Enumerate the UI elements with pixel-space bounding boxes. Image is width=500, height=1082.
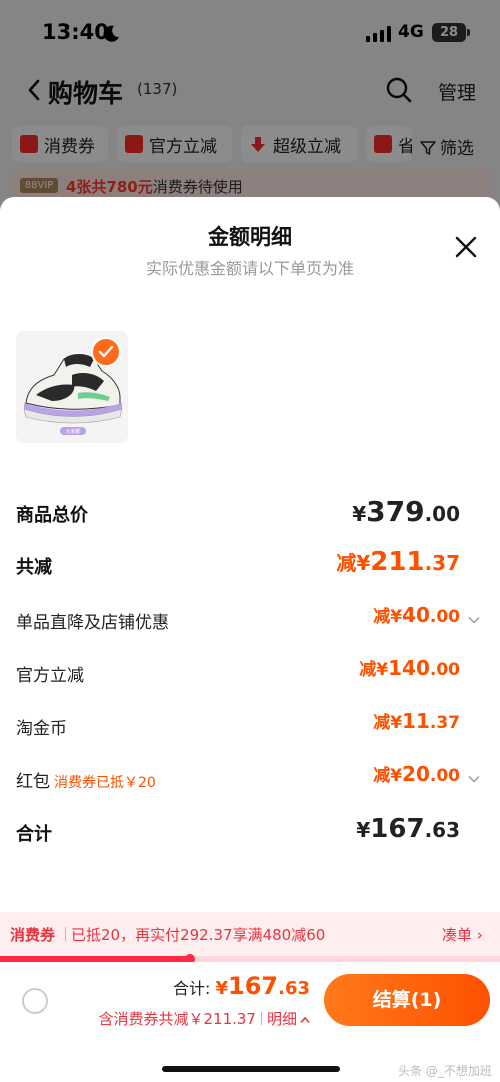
vip-text: 4张共780元消费券待使用 (66, 176, 243, 197)
total-label: 合计 (16, 824, 52, 845)
subtotal-value: ¥379.00 (352, 495, 460, 528)
chevron-down-icon (468, 776, 480, 783)
sheet-subtitle: 实际优惠金额请以下单页为准 (145, 259, 354, 278)
detail-toggle-label: 明细 (266, 1010, 297, 1028)
coupon-icon (374, 135, 392, 153)
filter-chip-label: 省 (398, 136, 412, 157)
store-discount-label: 单品直降及店铺优惠 (16, 613, 169, 633)
coupon-message: 已抵20，再实付292.37享满480减60 (71, 926, 326, 944)
total-discount-row: 共减 减¥211.37 (16, 547, 484, 587)
gold-coin-row: 淘金币 减¥11.37 (16, 708, 484, 748)
gold-coin-label: 淘金币 (16, 719, 67, 739)
vip-message: 消费券待使用 (152, 178, 243, 196)
vip-badge: 88VIP (20, 178, 58, 193)
watermark: 头条 @_不想加班 (398, 1064, 492, 1078)
checkmark-icon[interactable] (91, 337, 121, 367)
coupon-tag: 消费券 (10, 926, 56, 944)
filter-chip-official-discount[interactable]: 官方立减 (117, 126, 232, 162)
battery-level: 28 (439, 25, 459, 40)
coupon-progress-bar[interactable]: 消费券 已抵20，再实付292.37享满480减60 凑单 › (0, 912, 500, 956)
nav-bar: 购物车 (137) 管理 (0, 64, 500, 116)
status-bar: 13:40 4G 28 (0, 0, 500, 64)
filter-button[interactable]: 筛选 (420, 134, 474, 159)
vip-highlight: 4张共780元 (66, 178, 153, 196)
down-arrow-icon (251, 137, 265, 152)
add-items-link[interactable]: 凑单 › (442, 924, 483, 945)
subtotal-label: 商品总价 (16, 505, 88, 526)
battery-icon: 28 (432, 23, 466, 42)
checkout-total: 合计: ¥167.63 (172, 972, 310, 1000)
filter-label: 筛选 (440, 139, 474, 159)
total-value: ¥167.63 (356, 814, 460, 844)
coupon-icon (20, 135, 38, 153)
checkout-button[interactable]: 结算(1) (324, 974, 490, 1026)
divider (65, 927, 66, 941)
filter-chip-coupon[interactable]: 消费券 (12, 126, 108, 162)
cart-count: (137) (137, 80, 178, 98)
status-time: 13:40 (42, 20, 109, 44)
filter-chip-label: 官方立减 (149, 136, 217, 157)
gold-coin-value: 减¥11.37 (373, 709, 460, 733)
product-tag: 大家都 (65, 428, 80, 435)
total-discount-label: 共减 (16, 557, 52, 578)
filter-chip-label: 消费券 (44, 136, 95, 157)
filter-chip-label: 超级立减 (273, 136, 341, 157)
red-packet-value: 减¥20.00 (373, 762, 460, 786)
filter-chip-super-discount[interactable]: 超级立减 (241, 126, 357, 162)
checkout-discount[interactable]: 含消费券共减￥211.37 明细 (98, 1008, 310, 1029)
search-icon[interactable] (385, 76, 413, 104)
red-packet-label: 红包 消费券已抵￥20 (16, 772, 156, 792)
close-icon[interactable] (454, 235, 478, 259)
manage-button[interactable]: 管理 (438, 78, 476, 105)
official-discount-label: 官方立减 (16, 666, 84, 686)
lightning-icon (125, 135, 143, 153)
filter-chip-more[interactable]: 省 (366, 126, 412, 162)
back-icon[interactable] (26, 78, 42, 102)
cart-page-background: 13:40 4G 28 购物车 (137) 管理 消费券 官方立减 超级立减 省… (0, 0, 500, 230)
filter-row: 消费券 官方立减 超级立减 省 筛选 (0, 126, 500, 164)
funnel-icon (420, 141, 436, 155)
vip-coupon-strip[interactable]: 88VIP 4张共780元消费券待使用 (10, 170, 490, 200)
chevron-down-icon (468, 617, 480, 624)
divider (260, 1012, 262, 1025)
red-packet-note: 消费券已抵￥20 (54, 775, 156, 791)
checkout-total-label: 合计: (172, 979, 216, 998)
sheet-title: 金额明细 (208, 225, 292, 249)
network-label: 4G (398, 22, 424, 42)
subtotal-row: 商品总价 ¥379.00 (16, 495, 484, 535)
select-all-checkbox[interactable] (22, 988, 48, 1014)
official-discount-row: 官方立减 减¥140.00 (16, 655, 484, 695)
signal-icon (366, 26, 391, 42)
moon-icon (103, 25, 119, 42)
store-discount-value: 减¥40.00 (373, 603, 460, 627)
checkout-discount-text: 含消费券共减￥211.37 (98, 1010, 256, 1028)
checkout-bar: 合计: ¥167.63 含消费券共减￥211.37 明细 结算(1) 头条 @_不… (0, 962, 500, 1082)
red-packet-row[interactable]: 红包 消费券已抵￥20 减¥20.00 (16, 761, 484, 801)
total-discount-value: 减¥211.37 (336, 547, 460, 577)
total-row: 合计 ¥167.63 (16, 814, 484, 854)
page-title: 购物车 (48, 79, 124, 108)
chevron-up-icon (300, 1016, 310, 1024)
official-discount-value: 减¥140.00 (359, 656, 460, 680)
battery-tip (467, 29, 470, 36)
store-discount-row[interactable]: 单品直降及店铺优惠 减¥40.00 (16, 602, 484, 642)
home-indicator (162, 1066, 340, 1072)
